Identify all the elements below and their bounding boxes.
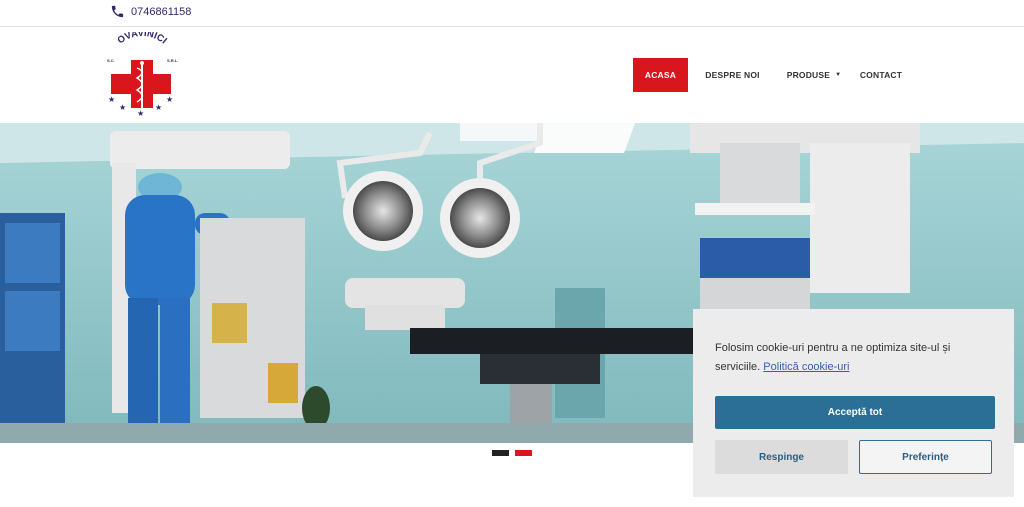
reject-button[interactable]: Respinge — [715, 440, 848, 474]
phone-contact[interactable]: 0746861158 — [110, 4, 191, 19]
nav-item-acasa[interactable]: ACASA — [633, 58, 688, 92]
accept-all-button[interactable]: Acceptă tot — [715, 396, 995, 429]
phone-icon — [111, 5, 124, 18]
nav-item-produse-label: PRODUSE — [786, 70, 831, 80]
company-logo[interactable]: OVAVINICI S.C. S.R.L. ★ ★ ★ ★ ★ — [104, 32, 180, 118]
logo-name: OVAVINICI — [116, 32, 169, 46]
svg-text:★: ★ — [119, 103, 126, 112]
preferences-button[interactable]: Preferințe — [859, 440, 992, 474]
nav-item-produse[interactable]: PRODUSE ▼ — [777, 58, 851, 92]
cookie-consent-banner: Folosim cookie-uri pentru a ne optimiza … — [693, 309, 1014, 497]
nav-item-despre-noi[interactable]: DESPRE NOI — [688, 58, 777, 92]
carousel-indicator-2[interactable] — [515, 450, 532, 456]
cookie-policy-link[interactable]: Politică cookie-uri — [763, 361, 849, 373]
svg-text:★: ★ — [108, 95, 115, 104]
svg-text:OVAVINICI: OVAVINICI — [116, 32, 169, 46]
main-menu: ACASA DESPRE NOI PRODUSE ▼ CONTACT — [633, 58, 911, 92]
main-navbar: OVAVINICI S.C. S.R.L. ★ ★ ★ ★ ★ ACASA DE… — [0, 28, 1024, 123]
cookie-message: Folosim cookie-uri pentru a ne optimiza … — [715, 339, 995, 377]
phone-number: 0746861158 — [131, 5, 192, 18]
carousel-indicators — [492, 450, 532, 456]
logo-prefix: S.C. — [107, 58, 115, 63]
logo-suffix: S.R.L. — [167, 58, 178, 63]
top-bar: 0746861158 — [0, 0, 1024, 27]
svg-text:★: ★ — [166, 95, 173, 104]
svg-text:★: ★ — [155, 103, 162, 112]
caret-down-icon: ▼ — [835, 72, 842, 78]
carousel-indicator-1[interactable] — [492, 450, 509, 456]
nav-item-contact[interactable]: CONTACT — [851, 58, 911, 92]
svg-text:★: ★ — [137, 109, 144, 118]
